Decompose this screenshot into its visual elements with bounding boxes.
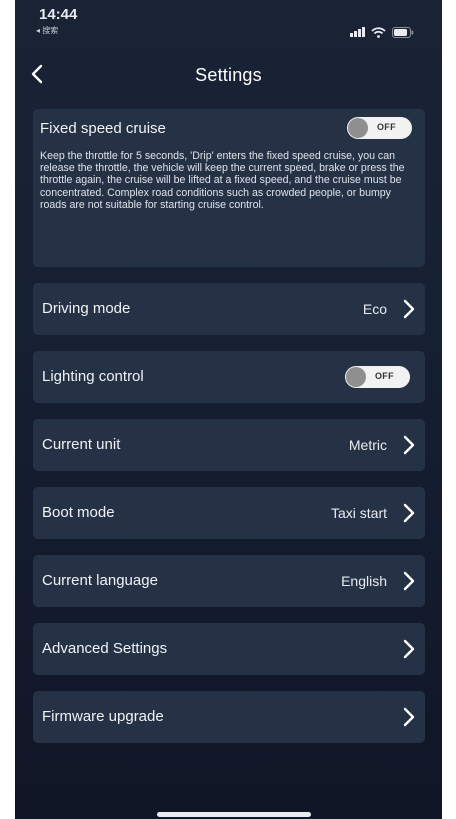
nav-bar: Settings [15, 56, 442, 96]
row-label: Advanced Settings [42, 640, 168, 657]
cruise-toggle[interactable]: OFF [347, 117, 412, 139]
row-value: Metric [348, 437, 387, 453]
row-value: Eco [362, 301, 387, 317]
boot-mode-row[interactable]: Boot mode Taxi start [33, 487, 425, 539]
chevron-right-icon [403, 707, 415, 727]
fixed-speed-cruise-card: Fixed speed cruise OFF Keep the throttle… [33, 109, 425, 267]
cruise-description: Keep the throttle for 5 seconds, 'Drip' … [40, 150, 405, 211]
row-label: Firmware upgrade [42, 708, 164, 725]
current-unit-row[interactable]: Current unit Metric [33, 419, 425, 471]
row-label: Driving mode [42, 300, 131, 317]
toggle-state-text: OFF [377, 122, 396, 132]
row-label: Boot mode [42, 504, 115, 521]
row-value: English [341, 573, 387, 589]
row-label: Current unit [42, 436, 121, 453]
chevron-right-icon [403, 639, 415, 659]
status-back-app[interactable]: ◂ 搜索 [36, 25, 58, 36]
chevron-right-icon [403, 571, 415, 591]
signal-icon [350, 27, 365, 37]
status-time: 14:44 [39, 6, 78, 23]
page-title: Settings [195, 65, 262, 85]
chevron-right-icon [403, 503, 415, 523]
wifi-icon [371, 26, 386, 38]
firmware-upgrade-row[interactable]: Firmware upgrade [33, 691, 425, 743]
home-indicator[interactable] [157, 812, 311, 817]
settings-screen: 14:44 ◂ 搜索 Settings Fixed speed cruise O… [15, 0, 442, 819]
lighting-toggle[interactable]: OFF [345, 366, 410, 388]
toggle-knob [348, 118, 368, 138]
row-value: Taxi start [330, 505, 387, 521]
chevron-right-icon [403, 435, 415, 455]
battery-icon [392, 26, 414, 38]
row-label: Lighting control [42, 368, 144, 385]
lighting-control-row: Lighting control OFF [33, 351, 425, 403]
status-icons [350, 26, 414, 38]
toggle-knob [346, 367, 366, 387]
row-label: Current language [42, 572, 158, 589]
toggle-state-text: OFF [375, 371, 394, 381]
status-bar: 14:44 ◂ 搜索 [15, 0, 442, 50]
driving-mode-row[interactable]: Driving mode Eco [33, 283, 425, 335]
current-language-row[interactable]: Current language English [33, 555, 425, 607]
cruise-title: Fixed speed cruise [40, 120, 166, 137]
chevron-right-icon [403, 299, 415, 319]
advanced-settings-row[interactable]: Advanced Settings [33, 623, 425, 675]
